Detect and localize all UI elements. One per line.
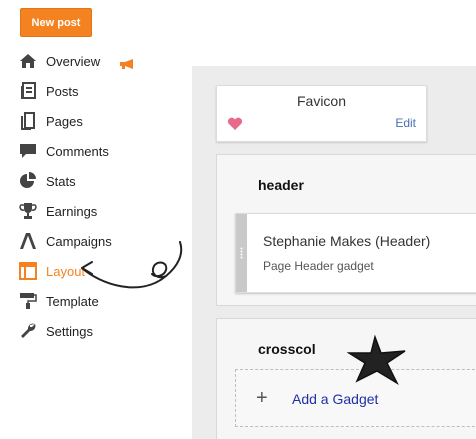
sidebar-item-earnings[interactable]: Earnings	[18, 196, 97, 226]
plus-icon: +	[256, 387, 268, 409]
sidebar-item-label: Posts	[46, 83, 79, 99]
sidebar-item-label: Overview	[46, 53, 101, 69]
drag-handle-icon[interactable]	[236, 214, 247, 292]
sidebar-item-settings[interactable]: Settings	[18, 316, 93, 346]
add-gadget-label: Add a Gadget	[292, 391, 379, 407]
section-title: header	[258, 177, 304, 193]
new-post-button[interactable]: New post	[20, 8, 92, 37]
sidebar-item-stats[interactable]: Stats	[18, 166, 76, 196]
crosscol-section: crosscol + Add a Gadget	[216, 318, 476, 439]
sidebar: New post Overview Posts Pages Comments S…	[0, 0, 192, 439]
hand-drawn-star-icon	[347, 335, 406, 385]
sidebar-item-label: Earnings	[46, 203, 98, 219]
home-icon	[18, 51, 38, 71]
favicon-title: Favicon	[296, 93, 347, 109]
layout-icon	[18, 261, 38, 281]
gadget-type: Page Header gadget	[263, 259, 374, 273]
sidebar-item-posts[interactable]: Posts	[18, 76, 79, 106]
favicon-gadget: Favicon Edit	[216, 85, 427, 142]
wrench-icon	[18, 321, 38, 341]
sidebar-item-label: Stats	[46, 173, 76, 189]
header-gadget[interactable]: Stephanie Makes (Header) Page Header gad…	[235, 213, 476, 293]
favicon-edit-link[interactable]: Edit	[395, 116, 416, 130]
layout-canvas: Favicon Edit header Stephanie Makes (Hea…	[192, 66, 476, 439]
sidebar-item-label: Pages	[46, 113, 83, 129]
campaigns-icon	[18, 231, 38, 251]
paint-roller-icon	[18, 291, 38, 311]
pie-chart-icon	[18, 171, 38, 191]
megaphone-icon	[120, 56, 136, 74]
trophy-icon	[18, 201, 38, 221]
posts-icon	[18, 81, 38, 101]
sidebar-item-pages[interactable]: Pages	[18, 106, 83, 136]
hand-drawn-arrow-icon	[81, 241, 183, 289]
header-section: header Stephanie Makes (Header) Page Hea…	[216, 154, 476, 306]
heart-icon	[227, 117, 243, 136]
gadget-title: Stephanie Makes (Header)	[263, 233, 431, 249]
pages-icon	[18, 111, 38, 131]
sidebar-item-overview[interactable]: Overview	[18, 46, 133, 76]
section-title: crosscol	[258, 341, 316, 357]
sidebar-item-label: Settings	[46, 323, 93, 339]
sidebar-item-layout[interactable]: Layout	[18, 256, 85, 286]
comment-icon	[18, 141, 38, 161]
sidebar-item-comments[interactable]: Comments	[18, 136, 109, 166]
sidebar-item-label: Comments	[46, 143, 109, 159]
